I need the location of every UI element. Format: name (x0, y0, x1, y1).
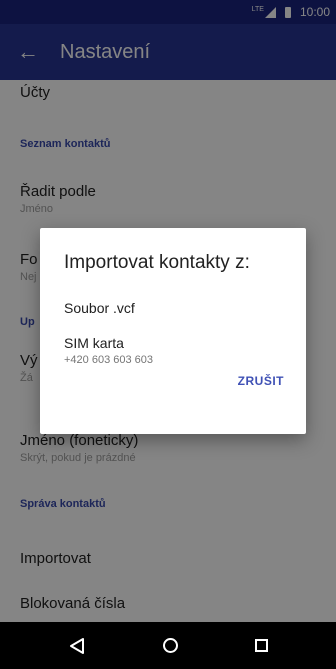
nav-home-icon[interactable] (162, 638, 178, 653)
nav-recents-icon[interactable] (254, 639, 268, 652)
dialog-option-sim[interactable]: SIM karta +420 603 603 603 (64, 335, 153, 366)
import-dialog: Importovat kontakty z: Soubor .vcf SIM k… (40, 228, 306, 434)
navigation-bar (0, 622, 336, 669)
dialog-option-vcf[interactable]: Soubor .vcf (64, 300, 135, 316)
cancel-button[interactable]: ZRUŠIT (238, 374, 284, 388)
dialog-title: Importovat kontakty z: (64, 252, 250, 273)
nav-back-icon[interactable] (68, 637, 86, 655)
sim-number: +420 603 603 603 (64, 354, 154, 366)
